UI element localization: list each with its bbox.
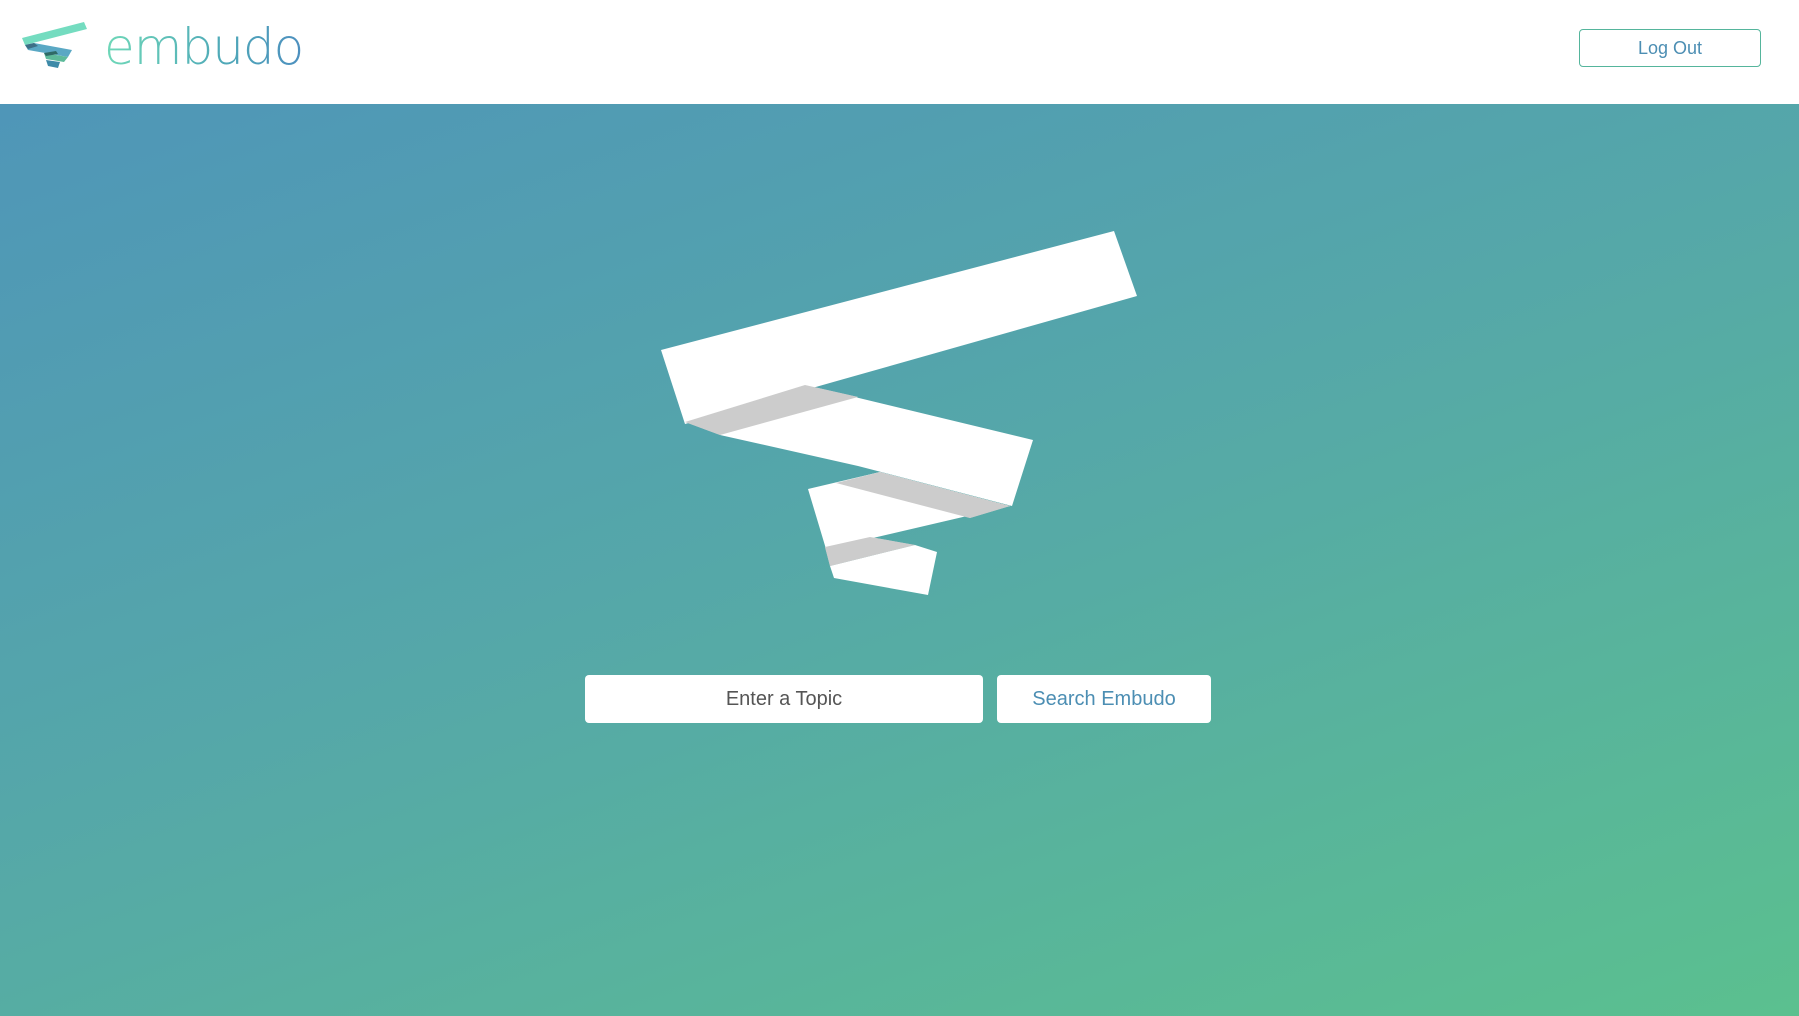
brand-name: embudo (104, 18, 304, 76)
hero-section: Search Embudo (0, 104, 1799, 1016)
embudo-funnel-hero-icon (661, 231, 1137, 595)
top-header: embudo Log Out (0, 0, 1799, 104)
embudo-logo-icon (22, 22, 87, 68)
brand[interactable]: embudo (22, 18, 304, 80)
topic-search-input[interactable] (585, 675, 983, 723)
logout-button[interactable]: Log Out (1579, 29, 1761, 67)
search-embudo-button[interactable]: Search Embudo (997, 675, 1211, 723)
